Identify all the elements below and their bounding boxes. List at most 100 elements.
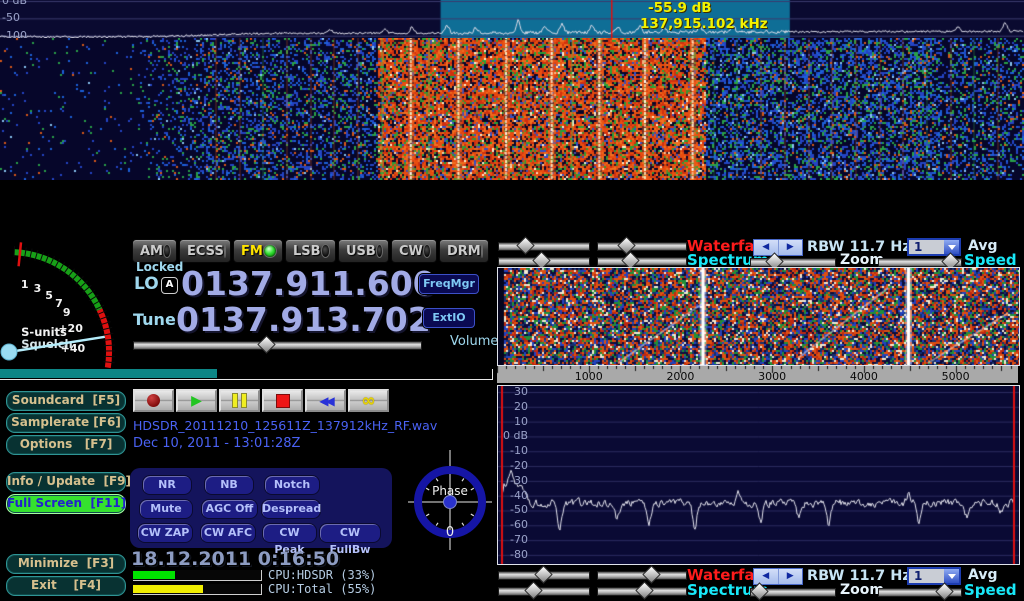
spectrum-brightness-slider-top[interactable] (498, 257, 590, 266)
recording-filename: HDSDR_20111210_125611Z_137912kHz_RF.wav (133, 418, 437, 433)
notch-button[interactable]: Notch (264, 475, 320, 495)
mode-led-icon (163, 244, 171, 258)
scale-tick-label: 2000 (656, 370, 704, 383)
lo-lock-button[interactable]: A (161, 277, 178, 294)
slider-thumb[interactable] (524, 581, 542, 599)
cpu-total-fill (133, 585, 203, 593)
cpu-hdsdr-fill (133, 571, 175, 579)
mode-label: DRM (447, 244, 481, 259)
extio-button[interactable]: ExtIO (423, 308, 475, 328)
mode-led-icon (263, 244, 277, 258)
record-button[interactable] (133, 389, 174, 412)
s-meter: 1 3 5 7 9 +20 +40 S-units Squelch (0, 240, 124, 372)
smeter-tick-1: 1 (21, 278, 29, 291)
arrow-right-icon[interactable]: ▶ (779, 240, 803, 255)
db-axis-label: -80 (501, 548, 528, 561)
af-spectrum[interactable] (498, 386, 1019, 564)
nr-button[interactable]: NR (142, 475, 192, 495)
slider-thumb[interactable] (935, 582, 953, 600)
speed-slider-top[interactable] (878, 258, 962, 267)
soundcard-button[interactable]: Soundcard [F5] (6, 391, 126, 411)
zoom-slider-top[interactable] (750, 258, 836, 267)
mode-label: USB (346, 244, 376, 259)
mode-button-usb[interactable]: USB (338, 239, 389, 263)
mode-label: LSB (293, 244, 321, 259)
mode-label: CW (399, 244, 423, 259)
mode-button-cw[interactable]: CW (391, 239, 437, 263)
mode-led-icon (321, 244, 330, 258)
signal-level-readout: -55.9 dB (648, 0, 712, 16)
stop-icon (276, 394, 290, 408)
af-waterfall[interactable] (498, 268, 1019, 365)
zoom-slider-bottom[interactable] (750, 588, 836, 597)
scale-tick-label: 4000 (840, 370, 888, 383)
avg-select-top[interactable]: 1 (907, 238, 961, 256)
local-datetime: 18.12.2011 0:16:50 (131, 548, 339, 570)
pause-button[interactable] (219, 389, 260, 412)
af-spectrum-frame: 3020100 dB-10-20-30-40-50-60-70-80 (497, 385, 1020, 565)
waterfall-brightness-slider-bottom[interactable] (498, 571, 590, 580)
info-update-button[interactable]: Info / Update [F9] (6, 472, 126, 492)
samplerate-button[interactable]: Samplerate [F6] (6, 413, 126, 433)
cpu-total-label: CPU:Total (55%) (268, 582, 376, 596)
avg-value: 1 (909, 569, 944, 583)
slider-thumb[interactable] (617, 236, 635, 254)
cw-zap-button[interactable]: CW ZAP (137, 523, 193, 543)
pause-icon (232, 393, 247, 408)
lo-locked-label: Locked (136, 260, 183, 274)
volume-slider[interactable] (133, 341, 422, 350)
mode-button-drm[interactable]: DRM (439, 239, 489, 263)
record-icon (147, 394, 160, 407)
mode-led-icon (224, 244, 226, 258)
despread-button[interactable]: Despread (261, 499, 321, 519)
slider-thumb[interactable] (516, 236, 534, 254)
mute-button[interactable]: Mute (139, 499, 193, 519)
slider-thumb[interactable] (534, 565, 552, 583)
phase-zero-label: 0 (446, 525, 454, 540)
waterfall-contrast-slider-top[interactable] (597, 242, 687, 251)
scale-tick-label: 3000 (748, 370, 796, 383)
tune-frequency-display[interactable]: 0137.913.702 (176, 300, 431, 339)
speed-slider-bottom[interactable] (878, 588, 962, 597)
agc-button[interactable]: AGC Off (201, 499, 258, 519)
mode-button-ecss[interactable]: ECSS (179, 239, 231, 263)
db-axis-label: -50 (2, 11, 29, 24)
play-button[interactable]: ▶ (176, 389, 217, 412)
cw-fullbw-button[interactable]: CW FullBw (319, 523, 381, 543)
cursor-frequency-readout: 137,915.102 kHz (640, 16, 768, 32)
loop-button[interactable]: ∞ (348, 389, 389, 412)
rewind-button[interactable]: ◀◀ (305, 389, 346, 412)
arrow-right-icon[interactable]: ▶ (779, 569, 803, 584)
mode-label: ECSS (187, 244, 224, 259)
rf-spectrum[interactable]: -55.9 dB 137,915.102 kHz 0 dB-50-100 (0, 0, 1024, 38)
exit-button[interactable]: Exit [F4] (6, 576, 126, 596)
cw-peak-button[interactable]: CW Peak (262, 523, 317, 543)
mode-led-icon (481, 244, 483, 258)
db-axis-label: -30 (501, 474, 528, 487)
waterfall-brightness-slider-top[interactable] (498, 242, 590, 251)
dropdown-arrow-icon[interactable] (944, 240, 959, 254)
mode-led-icon (376, 244, 383, 258)
squelch-marker (19, 242, 21, 266)
spectrum-contrast-slider-bottom[interactable] (597, 587, 687, 596)
avg-select-bottom[interactable]: 1 (907, 567, 961, 585)
stop-button[interactable] (262, 389, 303, 412)
fullscreen-button[interactable]: Full Screen [F11] (6, 494, 126, 514)
spectrum-brightness-slider-bottom[interactable] (498, 587, 590, 596)
spectrum-contrast-slider-top[interactable] (597, 257, 687, 266)
lo-frequency-display[interactable]: 0137.911.600 (181, 264, 436, 303)
db-axis-label: -100 (2, 29, 29, 38)
play-icon: ▶ (191, 393, 202, 409)
minimize-button[interactable]: Minimize [F3] (6, 554, 126, 574)
waterfall-contrast-slider-bottom[interactable] (597, 571, 687, 580)
options-button[interactable]: Options [F7] (6, 435, 126, 455)
phase-dot (444, 496, 457, 509)
mode-button-lsb[interactable]: LSB (285, 239, 336, 263)
freqmgr-button[interactable]: FreqMgr (419, 274, 479, 294)
dropdown-arrow-icon[interactable] (944, 569, 959, 583)
mode-label: AM (140, 244, 163, 259)
af-frequency-scale[interactable]: 10002000300040005000 (497, 366, 1018, 383)
mode-button-fm[interactable]: FM (233, 239, 283, 263)
cw-afc-button[interactable]: CW AFC (200, 523, 256, 543)
nb-button[interactable]: NB (204, 475, 254, 495)
